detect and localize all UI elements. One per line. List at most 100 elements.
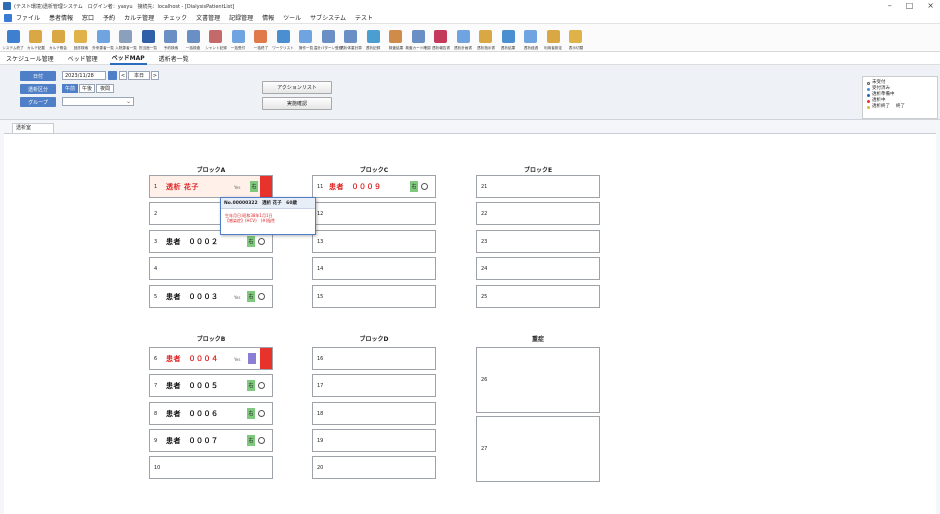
toolbar-label: ワークリスト: [272, 45, 294, 50]
bed-21[interactable]: 21: [476, 175, 600, 198]
toolbar-label: システム終了: [2, 45, 24, 50]
toolbar-button-5[interactable]: 入院患者一覧: [115, 24, 137, 51]
patient-name: 患者 ０００７: [166, 436, 219, 445]
toolbar-button-24[interactable]: 利用者設定: [542, 24, 564, 51]
bed-10[interactable]: 10: [149, 456, 273, 479]
bed-23[interactable]: 23: [476, 230, 600, 253]
bed-7[interactable]: 7 患者 ０００５ 右: [149, 374, 273, 397]
toolbar-button-2[interactable]: カルテ照会: [47, 24, 69, 51]
bed-13[interactable]: 13: [312, 230, 436, 253]
calendar-icon[interactable]: [108, 71, 117, 80]
close-button[interactable]: ×: [927, 1, 934, 10]
bed-number: 6: [154, 355, 158, 362]
today-button[interactable]: 本日: [128, 71, 150, 80]
toolbar-button-3[interactable]: 回診検索: [70, 24, 92, 51]
bed-27[interactable]: 27: [476, 416, 600, 482]
menu-info[interactable]: 情報: [262, 13, 274, 22]
menu-subsystem[interactable]: サブシステム: [310, 13, 346, 22]
pm-toggle[interactable]: 午後: [79, 84, 95, 93]
confirm-button[interactable]: 実施確認: [262, 97, 332, 110]
bed-25[interactable]: 25: [476, 285, 600, 308]
toolbar-button-11[interactable]: 一括終了: [250, 24, 272, 51]
bed-14[interactable]: 14: [312, 257, 436, 280]
block-c-title: ブロックC: [359, 167, 389, 174]
group-select[interactable]: ⌄: [62, 97, 134, 106]
toolbar-button-18[interactable]: 検査カード確認: [405, 24, 431, 51]
menu-check[interactable]: チェック: [163, 13, 187, 22]
toolbar-button-17[interactable]: 検査結果: [385, 24, 407, 51]
menu-records[interactable]: 記録管理: [229, 13, 253, 22]
window-title: (テスト環境)透析管理システム ログイン者：yasyu 接続先：localhos…: [14, 3, 235, 10]
bed-20[interactable]: 20: [312, 456, 436, 479]
action-list-button[interactable]: アクションリスト: [262, 81, 332, 94]
toolbar-button-21[interactable]: 透析指示書: [475, 24, 497, 51]
toolbar-button-0[interactable]: システム終了: [2, 24, 24, 51]
toolbar-button-15[interactable]: 透析体重計算: [340, 24, 362, 51]
bed-5[interactable]: 5 患者 ０００３ Yes 右: [149, 285, 273, 308]
bed-19[interactable]: 19: [312, 429, 436, 452]
side-badge: 右: [247, 291, 255, 302]
toolbar-button-22[interactable]: 透析結果: [497, 24, 519, 51]
toolbar-button-12[interactable]: ワークリスト: [272, 24, 294, 51]
next-day-button[interactable]: >: [151, 71, 159, 80]
bed-1[interactable]: 1 透析 花子 Yes 右: [149, 175, 273, 198]
toolbar-button-7[interactable]: 予約検索: [160, 24, 182, 51]
toolbar-button-6[interactable]: 担当医一覧: [137, 24, 159, 51]
toolbar-icon: [321, 30, 335, 43]
toolbar-button-20[interactable]: 透析計画書: [452, 24, 474, 51]
menu-documents[interactable]: 文書管理: [196, 13, 220, 22]
toolbar-button-10[interactable]: 一括受付: [227, 24, 249, 51]
toolbar-button-25[interactable]: 表示切替: [565, 24, 587, 51]
bed-8[interactable]: 8 患者 ０００６ 右: [149, 402, 273, 425]
bed-18[interactable]: 18: [312, 402, 436, 425]
tab-dialysis-room[interactable]: 透析室: [12, 123, 54, 133]
toolbar-icon: [524, 30, 537, 43]
menu-tools[interactable]: ツール: [283, 13, 301, 22]
menu-file[interactable]: ファイル: [16, 13, 40, 22]
bed-12[interactable]: 12: [312, 202, 436, 225]
menu-reception[interactable]: 窓口: [82, 13, 94, 22]
nav-bed-management[interactable]: ベッド管理: [66, 53, 100, 64]
status-circle: [258, 382, 265, 389]
toolbar-button-23[interactable]: 透析経過: [520, 24, 542, 51]
bed-number: 18: [317, 410, 324, 417]
session-label-button[interactable]: 透析区分: [20, 84, 56, 94]
toolbar-button-14[interactable]: 温計パターン登録: [314, 24, 342, 51]
nav-schedule[interactable]: スケジュール管理: [4, 53, 56, 64]
nav-bed-map[interactable]: ベッドMAP: [109, 52, 147, 65]
minimize-button[interactable]: –: [888, 1, 892, 10]
side-badge: 右: [247, 236, 255, 247]
bed-26[interactable]: 26: [476, 347, 600, 413]
night-toggle[interactable]: 夜間: [96, 84, 114, 93]
bed-11[interactable]: 11 患者 ０００９ 右: [312, 175, 436, 198]
menu-test[interactable]: テスト: [355, 13, 373, 22]
prev-day-button[interactable]: <: [119, 71, 127, 80]
bed-15[interactable]: 15: [312, 285, 436, 308]
in-progress-indicator: [260, 176, 272, 197]
bed-4[interactable]: 4: [149, 257, 273, 280]
toolbar-button-19[interactable]: 透析報告書: [430, 24, 452, 51]
menu-reservation[interactable]: 予約: [103, 13, 115, 22]
toolbar-button-4[interactable]: 外来患者一覧: [92, 24, 114, 51]
toolbar-button-8[interactable]: 一括検査: [182, 24, 204, 51]
bed-number: 9: [154, 437, 158, 444]
toolbar-button-16[interactable]: 透析記録: [362, 24, 384, 51]
bed-16[interactable]: 16: [312, 347, 436, 370]
toolbar-button-9[interactable]: シャント記録: [205, 24, 227, 51]
bed-17[interactable]: 17: [312, 374, 436, 397]
bed-6[interactable]: 6 患者 ０００４ Yes: [149, 347, 273, 370]
bed-9[interactable]: 9 患者 ０００７ 右: [149, 429, 273, 452]
menu-patient-info[interactable]: 患者情報: [49, 13, 73, 22]
patient-name: 患者 ０００４: [166, 354, 219, 363]
toolbar-button-1[interactable]: カルテ記載: [25, 24, 47, 51]
date-input[interactable]: 2023/11/28: [62, 71, 106, 80]
group-label-button[interactable]: グループ: [20, 97, 56, 107]
legend-dot-icon: [867, 87, 870, 91]
nav-patient-list[interactable]: 透析者一覧: [157, 53, 191, 64]
bed-24[interactable]: 24: [476, 257, 600, 280]
menu-chart[interactable]: カルテ管理: [124, 13, 154, 22]
am-toggle[interactable]: 午前: [62, 84, 78, 93]
bed-22[interactable]: 22: [476, 202, 600, 225]
maximize-button[interactable]: □: [906, 1, 914, 10]
date-label-button[interactable]: 日付: [20, 71, 56, 81]
